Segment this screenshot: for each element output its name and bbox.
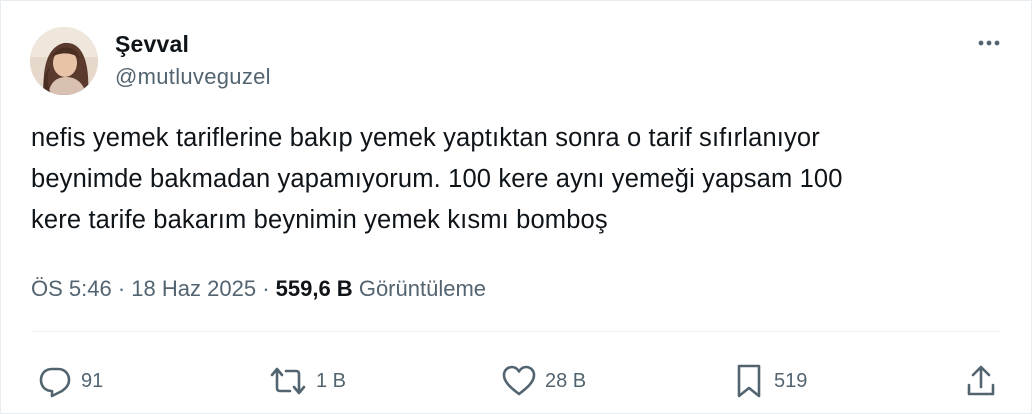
tweet-text: nefis yemek tariflerine bakıp yemek yapt… — [31, 124, 843, 234]
views-label: Görüntüleme — [358, 276, 487, 301]
reply-count: 91 — [81, 369, 104, 392]
heart-icon — [502, 365, 536, 396]
share-upload-icon — [967, 365, 995, 396]
tweet-card: Şevval @mutluveguzel nefis yemek tarifle… — [0, 0, 1032, 414]
tweet-date[interactable]: 18 Haz 2025 — [131, 276, 256, 301]
author-display-name[interactable]: Şevval — [115, 30, 189, 58]
meta-separator: · — [262, 276, 270, 301]
reply-button[interactable]: 91 — [37, 361, 103, 401]
repost-count: 1 B — [316, 369, 347, 392]
meta-separator: · — [117, 276, 126, 301]
avatar-photo — [30, 27, 98, 95]
views-count: 559,6 B — [275, 276, 353, 301]
author-handle[interactable]: @mutluveguzel — [115, 63, 271, 91]
more-horizontal-icon — [978, 40, 1000, 46]
speech-bubble-icon — [39, 367, 71, 398]
bookmark-count: 519 — [774, 369, 808, 392]
avatar[interactable] — [30, 27, 98, 95]
like-button[interactable]: 28 B — [501, 361, 586, 401]
like-count: 28 B — [545, 369, 587, 392]
bookmark-icon — [737, 364, 761, 398]
repost-arrows-icon — [270, 367, 306, 395]
divider — [31, 331, 1001, 332]
tweet-time[interactable]: ÖS 5:46 — [31, 276, 112, 301]
share-button[interactable] — [964, 361, 998, 401]
bookmark-button[interactable]: 519 — [732, 361, 807, 401]
more-options-button[interactable] — [969, 27, 1009, 59]
tweet-meta: ÖS 5:46 · 18 Haz 2025 · 559,6 B Görüntül… — [31, 273, 486, 305]
repost-button[interactable]: 1 B — [268, 361, 346, 401]
